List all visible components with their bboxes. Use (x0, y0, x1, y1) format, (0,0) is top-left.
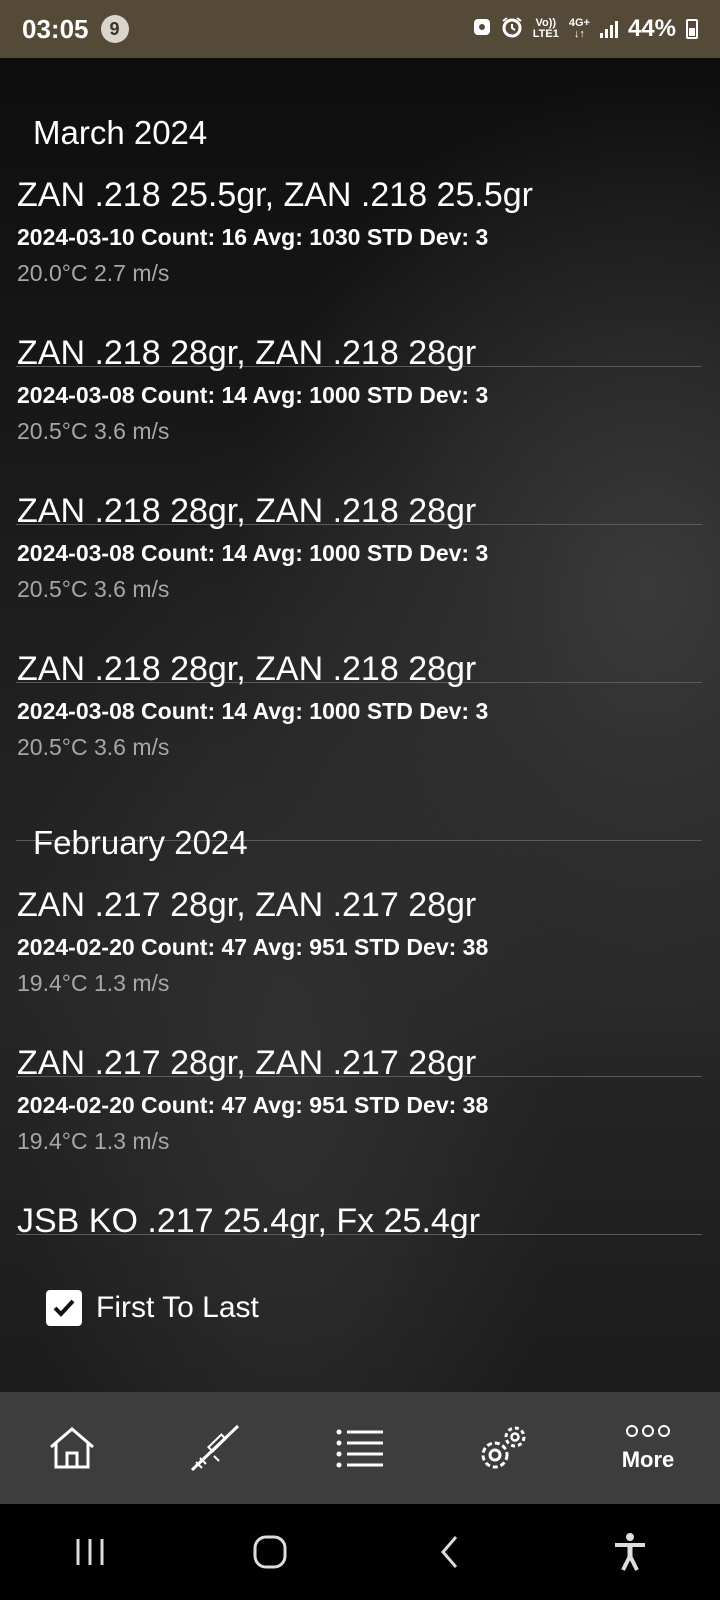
notification-count-badge: 9 (100, 15, 129, 43)
signal-icon (599, 20, 618, 38)
session-environment: 19.4°C 1.3 m/s (17, 970, 170, 996)
status-bar: 03:05 9 Vo)) LTE1 4G+ ↓↑ 44% (0, 0, 720, 58)
session-title: ZAN .218 28gr, ZAN .218 28gr (17, 650, 477, 688)
home-system-button[interactable] (230, 1512, 310, 1592)
session-stats: 2024-02-20 Count: 47 Avg: 951 STD Dev: 3… (17, 934, 489, 960)
first-to-last-checkbox[interactable] (46, 1290, 82, 1326)
accessibility-button[interactable] (590, 1512, 670, 1592)
nav-settings-button[interactable] (449, 1398, 559, 1498)
session-title: ZAN .217 28gr, ZAN .217 28gr (17, 886, 477, 924)
battery-percentage: 44% (627, 15, 676, 42)
session-environment: 20.5°C 3.6 m/s (17, 734, 170, 760)
session-environment: 19.4°C 1.3 m/s (17, 1128, 170, 1154)
session-row[interactable]: JSB KO .217 25.4gr, Fx 25.4gr (16, 1202, 702, 1238)
recent-apps-icon (76, 1539, 104, 1565)
main-content: March 2024 ZAN .218 25.5gr, ZAN .218 25.… (0, 58, 720, 1392)
more-icon (626, 1425, 670, 1437)
volte-indicator: Vo)) LTE1 (533, 18, 559, 40)
session-list[interactable]: March 2024 ZAN .218 25.5gr, ZAN .218 25.… (0, 58, 720, 1238)
first-to-last-option[interactable]: First To Last (46, 1290, 259, 1326)
session-title: ZAN .218 25.5gr, ZAN .218 25.5gr (17, 176, 533, 214)
session-title: ZAN .217 28gr, ZAN .217 28gr (17, 1044, 477, 1082)
session-title: ZAN .218 28gr, ZAN .218 28gr (17, 334, 477, 372)
session-stats: 2024-03-08 Count: 14 Avg: 1000 STD Dev: … (17, 540, 489, 566)
month-header: March 2024 (33, 114, 208, 151)
system-navigation-bar (0, 1504, 720, 1600)
session-stats: 2024-03-08 Count: 14 Avg: 1000 STD Dev: … (17, 382, 489, 408)
back-button[interactable] (410, 1512, 490, 1592)
first-to-last-label: First To Last (96, 1291, 259, 1324)
home-circle-icon (253, 1535, 287, 1569)
recent-apps-button[interactable] (50, 1512, 130, 1592)
session-stats: 2024-03-10 Count: 16 Avg: 1030 STD Dev: … (17, 224, 489, 250)
network-type-indicator: 4G+ ↓↑ (569, 18, 590, 40)
back-icon (441, 1536, 458, 1568)
home-icon (50, 1427, 94, 1469)
list-icon (336, 1429, 383, 1468)
nav-rifle-button[interactable] (161, 1398, 271, 1498)
lte-label: LTE1 (532, 28, 559, 40)
rifle-icon (190, 1424, 240, 1472)
data-arrows-icon: ↓↑ (573, 28, 585, 40)
battery-icon (686, 19, 698, 39)
nav-home-button[interactable] (17, 1398, 127, 1498)
session-stats: 2024-02-20 Count: 47 Avg: 951 STD Dev: 3… (17, 1092, 489, 1118)
session-row[interactable]: ZAN .218 28gr, ZAN .218 28gr 2024-03-08 … (16, 650, 702, 841)
session-title: JSB KO .217 25.4gr, Fx 25.4gr (17, 1202, 481, 1238)
session-environment: 20.0°C 2.7 m/s (17, 260, 170, 286)
nav-list-button[interactable] (305, 1398, 415, 1498)
settings-icon (481, 1426, 526, 1469)
accessibility-icon (615, 1533, 645, 1571)
session-environment: 20.5°C 3.6 m/s (17, 418, 170, 444)
session-environment: 20.5°C 3.6 m/s (17, 576, 170, 602)
alarm-icon (501, 16, 523, 43)
bottom-navigation: More (0, 1392, 720, 1504)
more-label: More (621, 1447, 675, 1472)
session-stats: 2024-03-08 Count: 14 Avg: 1000 STD Dev: … (17, 698, 489, 724)
month-header: February 2024 (33, 824, 248, 861)
checkmark-icon (53, 1299, 75, 1317)
session-title: ZAN .218 28gr, ZAN .218 28gr (17, 492, 477, 530)
status-time: 03:05 (22, 13, 89, 44)
vpn-icon (473, 17, 491, 42)
nav-more-button[interactable]: More (593, 1398, 703, 1498)
